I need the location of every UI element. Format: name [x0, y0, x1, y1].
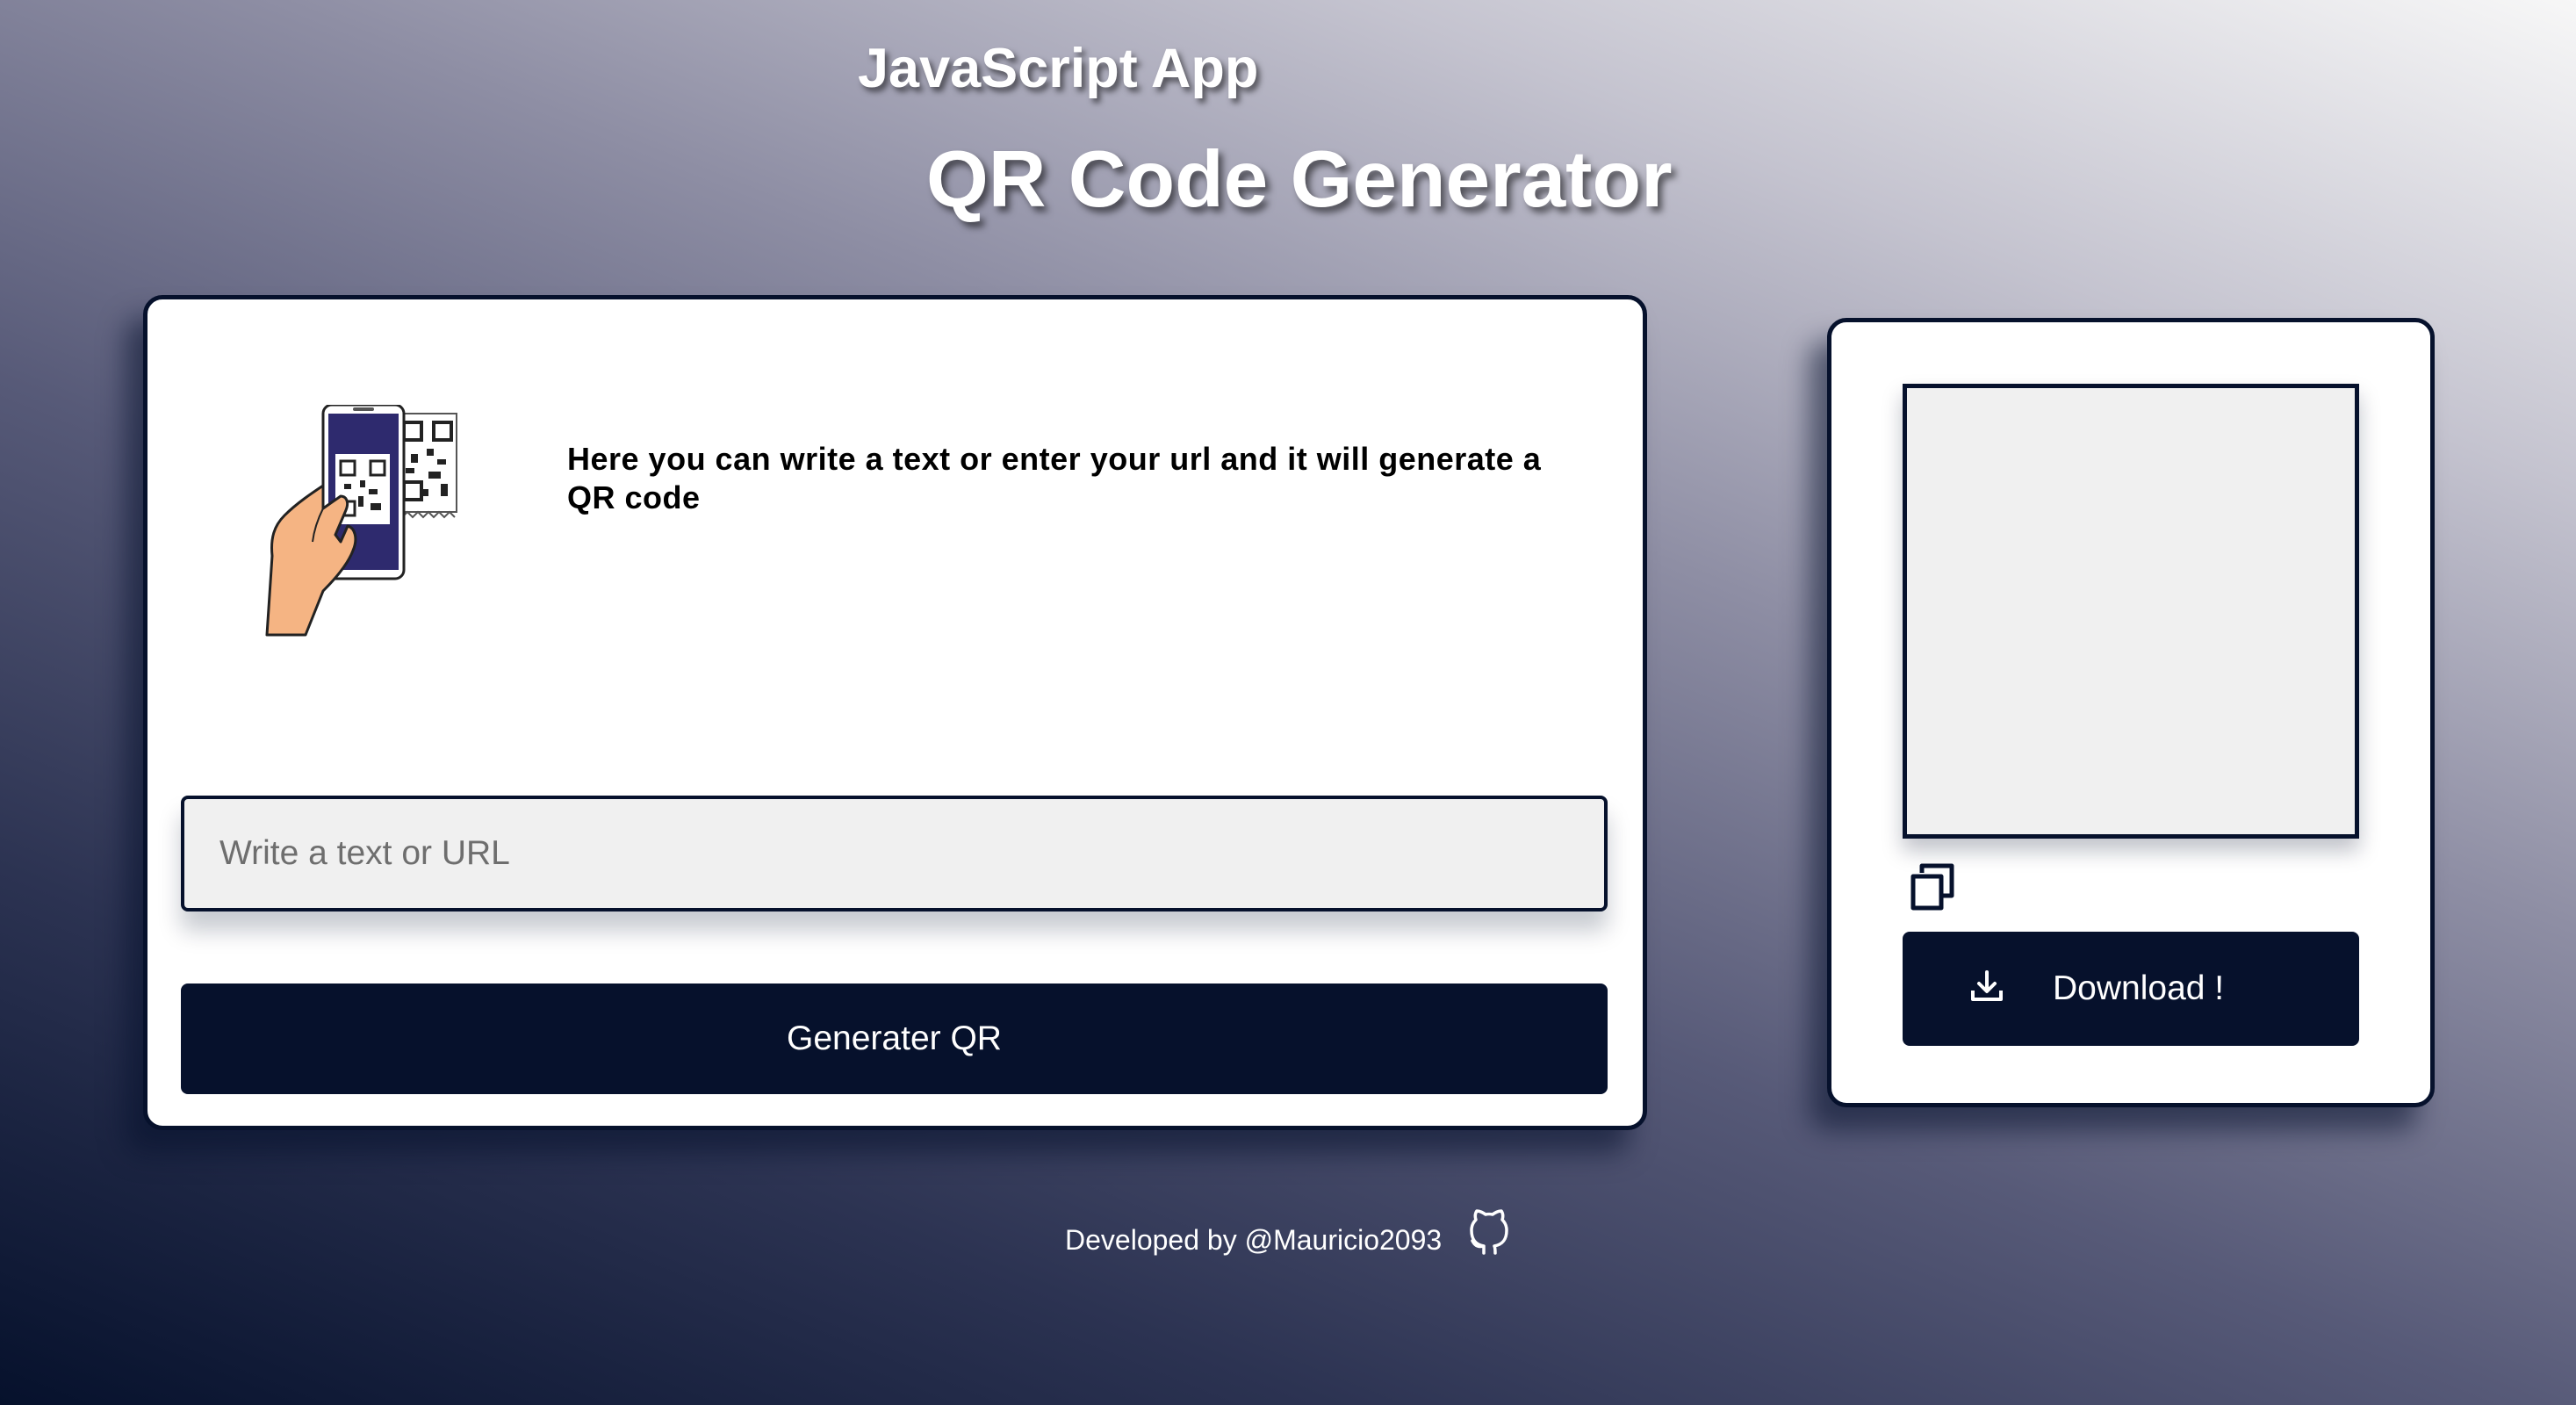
text-url-input[interactable] — [181, 796, 1608, 911]
download-label: Download ! — [2053, 969, 2225, 1007]
footer-credit: Developed by @Mauricio2093 — [1065, 1224, 1443, 1256]
download-button[interactable]: Download ! — [1903, 932, 2359, 1046]
copy-icon[interactable] — [1910, 862, 1955, 911]
github-icon[interactable] — [1466, 1207, 1512, 1257]
qr-scan-illustration — [262, 403, 490, 651]
page-title: QR Code Generator — [926, 135, 1673, 224]
qr-code-display — [1903, 384, 2359, 839]
download-icon — [1970, 969, 2004, 1003]
generator-card: Here you can write a text or enter your … — [143, 295, 1647, 1130]
qr-output-card: Download ! — [1827, 318, 2435, 1107]
app-subtitle: JavaScript App — [858, 38, 1259, 99]
info-text: Here you can write a text or enter your … — [567, 441, 1542, 515]
generate-qr-button[interactable]: Generater QR — [181, 984, 1608, 1094]
